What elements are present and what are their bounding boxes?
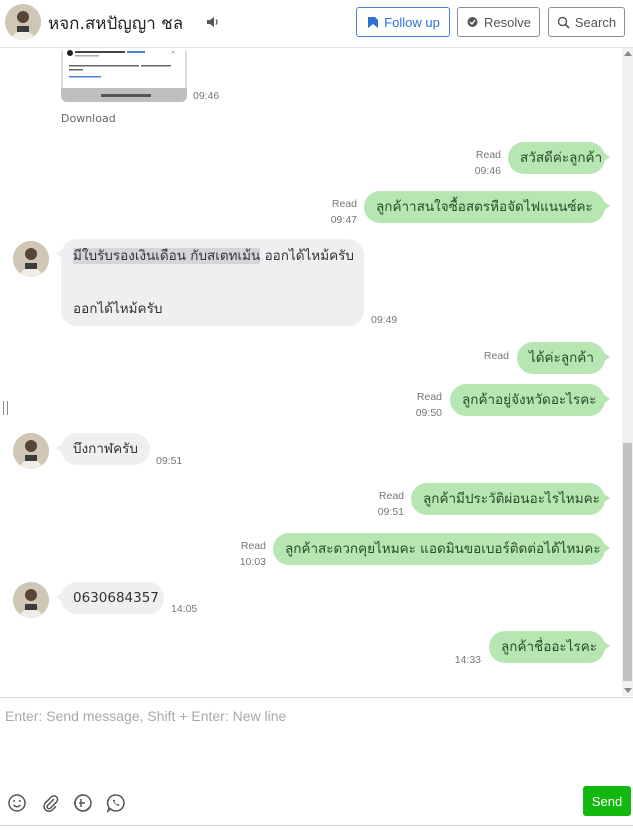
resize-handle[interactable] xyxy=(3,401,8,415)
message-time: 10:03 xyxy=(239,556,266,568)
read-status: Read xyxy=(240,540,266,552)
message-meta: Read 09:47 xyxy=(331,196,357,228)
scrollbar[interactable] xyxy=(622,48,633,696)
emoji-icon[interactable] xyxy=(7,793,27,813)
scroll-thumb[interactable] xyxy=(623,443,632,681)
read-status: Read xyxy=(378,490,404,502)
read-status: Read xyxy=(416,391,442,403)
media-preview: ✕ xyxy=(67,50,175,78)
download-link[interactable]: Download xyxy=(61,112,116,125)
attachment-icon[interactable] xyxy=(40,793,60,813)
scroll-up-arrow-icon[interactable] xyxy=(624,51,632,56)
contact-avatar[interactable] xyxy=(5,4,41,40)
search-icon xyxy=(557,16,570,29)
highlighted-text: มีใบรับรองเงินเดือน กับสเตทเม้น xyxy=(73,248,261,264)
sender-avatar[interactable] xyxy=(13,582,49,618)
message-list[interactable]: ✕ 09:46 Download Read 09:46 สวัสดีค่ะลูก… xyxy=(0,48,622,696)
message-time: 09:46 xyxy=(193,90,220,102)
message-text: ออกได้ไหม้ครับ xyxy=(73,301,163,317)
outgoing-message[interactable]: ลูกค้าาสนใจซื้อสตรหือจัดไฟแนนซ์คะ xyxy=(364,191,610,223)
sender-avatar[interactable] xyxy=(13,241,49,277)
outgoing-message[interactable]: ลูกค้าชื่ออะไรคะ xyxy=(489,631,610,663)
chat-check-icon xyxy=(467,16,478,27)
message-time: 09:51 xyxy=(377,506,404,518)
resolve-label: Resolve xyxy=(484,14,531,30)
search-label: Search xyxy=(574,14,617,30)
message-time: 14:05 xyxy=(171,603,198,615)
message-meta: Read 09:51 xyxy=(378,488,404,520)
message-meta: Read 10:03 xyxy=(240,538,266,570)
divider xyxy=(0,825,633,826)
message-text: ออกได้ไหม้ครับ xyxy=(260,248,354,264)
message-time: 14:33 xyxy=(454,654,481,666)
message-time: 09:47 xyxy=(330,214,357,226)
read-status: Read xyxy=(475,149,501,161)
outgoing-message[interactable]: ลูกค้ามีประวัติผ่อนอะไรไหมคะ xyxy=(411,483,610,515)
send-button[interactable]: Send xyxy=(583,786,631,816)
chat-header: หจก.สหปัญญา ชล Follow up Resolve Search xyxy=(0,0,633,48)
follow-up-label: Follow up xyxy=(384,14,440,30)
outgoing-message[interactable]: ได้ค่ะลูกค้า xyxy=(517,342,610,374)
media-thumbnail[interactable]: ✕ xyxy=(61,48,187,102)
search-button[interactable]: Search xyxy=(548,7,625,37)
message-meta: Read 09:46 xyxy=(475,147,501,179)
incoming-message[interactable]: มีใบรับรองเงินเดือน กับสเตทเม้น ออกได้ไห… xyxy=(56,239,364,326)
message-time: 09:50 xyxy=(415,407,442,419)
sticker-icon[interactable] xyxy=(73,793,93,813)
sender-avatar[interactable] xyxy=(13,433,49,469)
resolve-button[interactable]: Resolve xyxy=(457,7,540,37)
outgoing-message[interactable]: ลูกค้าสะดวกคุยไหมคะ แอดมินขอเบอร์ติดต่อไ… xyxy=(273,533,610,565)
message-time: 09:51 xyxy=(156,455,183,467)
message-time: 09:49 xyxy=(371,314,398,326)
bookmark-icon xyxy=(368,16,379,28)
follow-up-button[interactable]: Follow up xyxy=(356,7,450,37)
phone-chat-icon[interactable] xyxy=(106,793,126,813)
speaker-icon[interactable] xyxy=(205,14,221,30)
contact-name: หจก.สหปัญญา ชล xyxy=(48,14,184,34)
incoming-message[interactable]: 0630684357 xyxy=(56,582,164,614)
message-time: 09:46 xyxy=(474,165,501,177)
svg-text:✕: ✕ xyxy=(171,50,175,56)
composer xyxy=(0,697,633,830)
incoming-message[interactable]: บึงกาฬครับ xyxy=(56,433,150,465)
read-status: Read xyxy=(483,350,509,362)
outgoing-message[interactable]: ลูกค้าอยู่จังหวัดอะไรคะ xyxy=(450,384,610,416)
media-progress-track xyxy=(101,94,151,97)
scroll-down-arrow-icon[interactable] xyxy=(624,688,632,693)
message-meta: Read 09:50 xyxy=(416,389,442,421)
read-status: Read xyxy=(331,198,357,210)
message-input[interactable] xyxy=(0,704,633,774)
outgoing-message[interactable]: สวัสดีค่ะลูกค้า xyxy=(508,142,610,174)
